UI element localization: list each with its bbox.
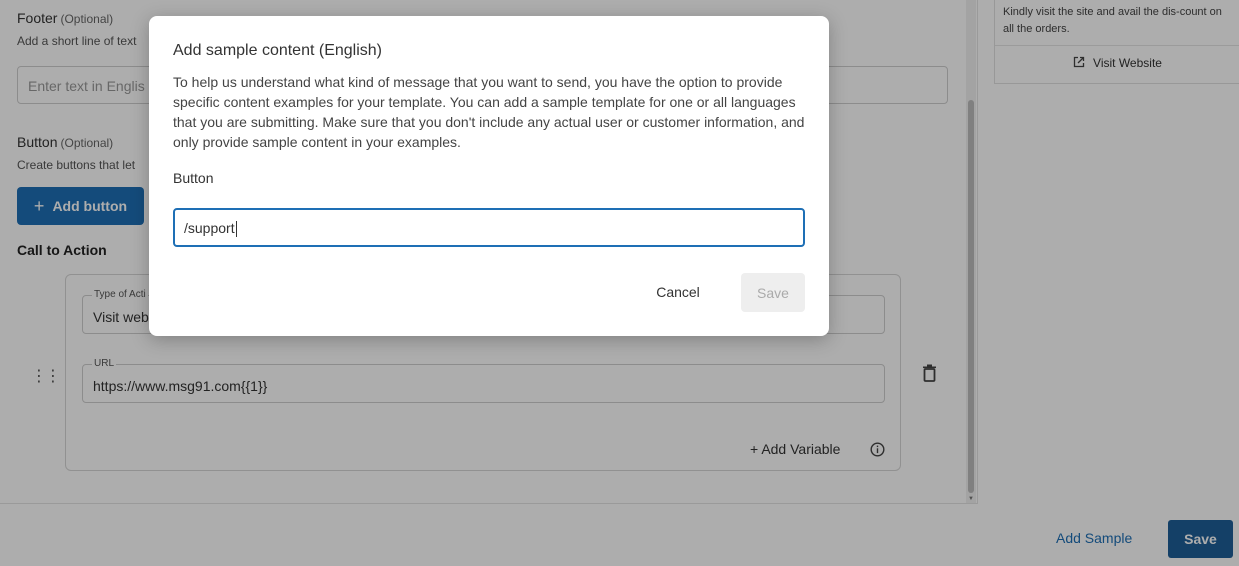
sample-button-input-value: /support [184, 220, 237, 238]
sample-button-label: Button [173, 170, 214, 186]
cancel-button[interactable]: Cancel [645, 277, 711, 307]
text-caret [235, 221, 237, 238]
dialog-description: To help us understand what kind of messa… [173, 74, 805, 150]
add-sample-content-dialog: Add sample content (English) To help us … [149, 16, 829, 336]
dialog-save-button[interactable]: Save [741, 273, 805, 312]
template-editor-page: Footer (Optional) Add a short line of tex… [0, 0, 1239, 566]
dialog-title: Add sample content (English) [173, 42, 382, 59]
sample-button-input[interactable]: /support [173, 208, 805, 247]
